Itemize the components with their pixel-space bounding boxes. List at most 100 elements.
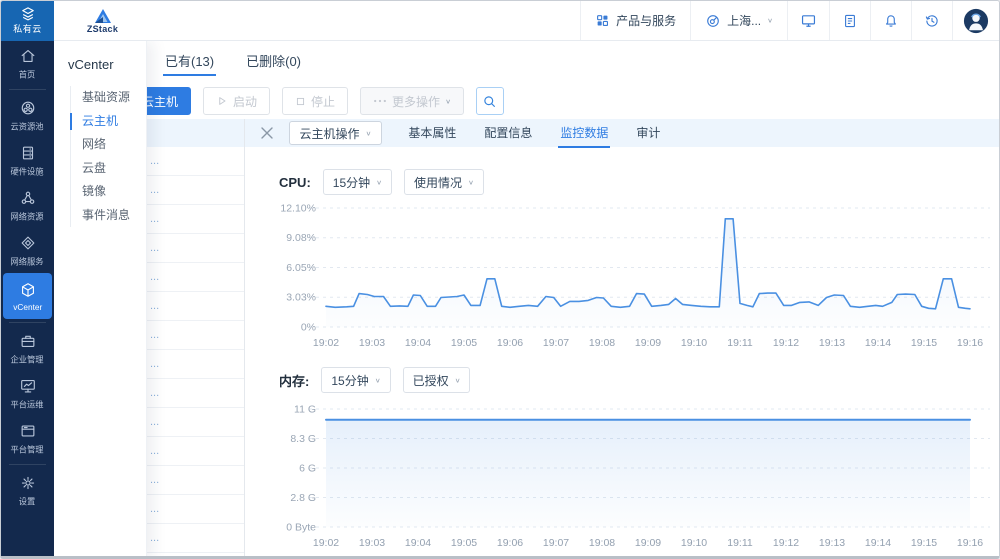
operation-log-button[interactable] [829,1,870,40]
svg-text:19:08: 19:08 [589,537,615,549]
user-menu[interactable] [952,1,999,40]
cpu-range-dropdown[interactable]: 15分钟 ∨ [323,169,392,195]
tab-deleted[interactable]: 已删除(0) [244,41,303,79]
close-icon[interactable] [259,125,275,141]
mem-metric-dropdown[interactable]: 已授权 ∨ [403,367,471,393]
more-actions-button[interactable]: 更多操作 ∨ [360,87,464,115]
vm-actions-label: 云主机操作 [300,125,360,142]
svg-text:11 G: 11 G [294,404,316,416]
table-row[interactable]: ... [147,321,244,350]
products-services-menu[interactable]: 产品与服务 [580,1,690,40]
search-button[interactable] [476,87,504,115]
sidebar-item-gear[interactable]: 设置 [1,468,54,513]
mem-chart-title: 内存: [279,371,309,390]
sidebar-item-enterprise[interactable]: 企业管理 [1,326,54,371]
cube-icon [19,281,37,299]
detail-tab-item[interactable]: 配置信息 [484,119,532,147]
svg-text:19:14: 19:14 [865,537,891,549]
flyout-item[interactable]: 镜像 [82,180,146,204]
table-row[interactable]: ... [147,437,244,466]
region-selector[interactable]: 上海... ∨ [690,1,787,40]
mem-range-label: 15分钟 [331,372,368,389]
mem-range-dropdown[interactable]: 15分钟 ∨ [321,367,390,393]
region-label: 上海... [727,12,761,29]
start-vm-button[interactable]: 启动 [203,87,270,115]
flyout-title: vCenter [54,41,146,72]
primary-sidebar: 首页云资源池硬件设施网络资源网络服务 vCenter 企业管理平台运维平台管理设置 [1,41,54,559]
pool-icon [19,99,37,117]
tab-existing[interactable]: 已有(13) [163,41,216,79]
sidebar-item-label: vCenter [13,302,42,311]
more-dots-icon [373,97,387,105]
chevron-down-icon: ∨ [767,17,773,24]
vm-actions-dropdown[interactable]: 云主机操作 ∨ [289,121,383,145]
layers-icon [19,7,37,21]
svg-text:19:13: 19:13 [819,537,845,549]
flyout-item[interactable]: 事件消息 [82,204,146,228]
svg-text:19:03: 19:03 [359,537,385,549]
table-row[interactable]: ... [147,292,244,321]
table-row[interactable]: ... [147,466,244,495]
table-row[interactable]: ... [147,234,244,263]
bell-icon [883,13,899,29]
console-button[interactable] [787,1,829,40]
zstack-logo[interactable]: ZStack [54,1,151,40]
sidebar-item-label: 硬件设施 [11,166,44,178]
svg-text:8.3 G: 8.3 G [290,433,316,445]
vcenter-flyout-panel: vCenter 基础资源云主机网络云盘镜像事件消息 [54,41,147,559]
table-row[interactable]: ... [147,147,244,176]
svg-text:19:02: 19:02 [313,537,339,549]
flyout-item[interactable]: 网络 [82,133,146,157]
sidebar-divider [9,464,46,465]
flyout-item[interactable]: 基础资源 [82,86,146,110]
svg-text:19:15: 19:15 [911,337,937,349]
flyout-item[interactable]: 云主机 [82,110,146,134]
sidebar-item-pool[interactable]: 云资源池 [1,93,54,138]
cpu-range-label: 15分钟 [333,174,370,191]
zstack-logo-icon [93,8,113,24]
table-row[interactable]: ... [147,495,244,524]
flyout-item[interactable]: 云盘 [82,157,146,181]
svg-text:2.8 G: 2.8 G [290,492,316,504]
sidebar-item-hardware[interactable]: 硬件设施 [1,138,54,183]
chevron-down-icon: ∨ [376,178,382,185]
sidebar-item-platform[interactable]: 平台管理 [1,416,54,461]
sidebar-item-net-resource[interactable]: 网络资源 [1,183,54,228]
table-row[interactable]: ... [147,553,244,559]
gear-icon [19,474,37,492]
private-cloud-switcher[interactable]: 私有云 [1,1,54,41]
table-row[interactable]: ... [147,408,244,437]
sidebar-item-home[interactable]: 首页 [1,41,54,86]
play-icon [216,95,228,107]
cpu-metric-dropdown[interactable]: 使用情况 ∨ [404,169,484,195]
ops-icon [19,377,37,395]
detail-tab-item[interactable]: 基本属性 [408,119,456,147]
apps-grid-icon [595,13,610,28]
svg-text:19:04: 19:04 [405,537,431,549]
chevron-down-icon: ∨ [455,376,461,383]
table-row[interactable]: ... [147,524,244,553]
sidebar-item-net-service[interactable]: 网络服务 [1,228,54,273]
table-row[interactable]: ... [147,350,244,379]
detail-tab-item[interactable]: 审计 [636,119,660,147]
sidebar-item-cube[interactable]: vCenter [3,273,52,319]
table-row[interactable]: ... [147,379,244,408]
enterprise-icon [19,332,37,350]
table-row[interactable]: ... [147,263,244,292]
history-button[interactable] [911,1,952,40]
platform-icon [19,422,37,440]
svg-text:19:05: 19:05 [451,337,477,349]
flyout-menu: 基础资源云主机网络云盘镜像事件消息 [70,86,146,227]
cpu-metric-label: 使用情况 [414,174,462,191]
cpu-chart-header: CPU: 15分钟 ∨ 使用情况 ∨ [279,169,484,195]
detail-tab-active[interactable]: 监控数据 [560,119,608,147]
svg-text:19:02: 19:02 [313,337,339,349]
notifications-button[interactable] [870,1,911,40]
sidebar-divider [9,322,46,323]
net-resource-icon [19,189,37,207]
sidebar-item-ops[interactable]: 平台运维 [1,371,54,416]
table-row[interactable]: ... [147,176,244,205]
stop-vm-button[interactable]: 停止 [282,87,348,115]
console-monitor-icon [800,12,817,29]
table-row[interactable]: ... [147,205,244,234]
